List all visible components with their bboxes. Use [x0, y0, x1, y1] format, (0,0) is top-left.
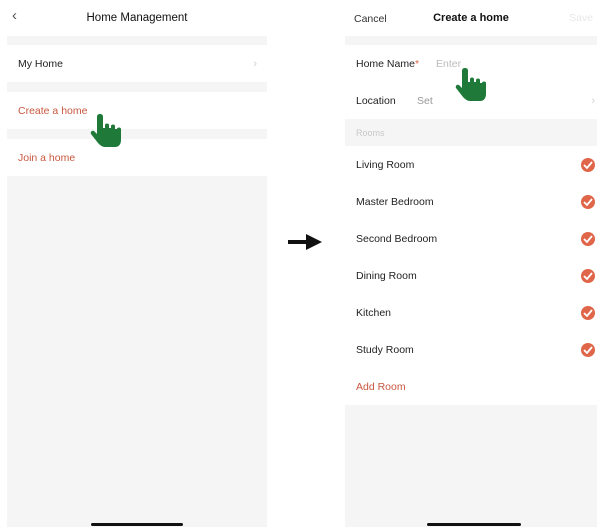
check-circle-icon[interactable]	[581, 194, 595, 209]
check-circle-icon[interactable]	[581, 231, 595, 246]
location-value: Set	[417, 94, 433, 107]
my-home-row[interactable]: My Home ›	[7, 45, 267, 82]
room-row[interactable]: Dining Room	[345, 257, 597, 294]
add-room-row[interactable]: Add Room	[345, 368, 597, 405]
join-home-row[interactable]: Join a home	[7, 139, 267, 176]
rooms-section-header: Rooms	[356, 128, 385, 138]
my-home-label: My Home	[18, 57, 63, 70]
chevron-right-icon: ›	[591, 94, 595, 107]
room-row[interactable]: Master Bedroom	[345, 183, 597, 220]
room-row[interactable]: Study Room	[345, 331, 597, 368]
required-mark: *	[414, 57, 420, 70]
nav-bar: Cancel Create a home Save	[345, 0, 597, 36]
pointing-hand-icon	[89, 112, 123, 153]
check-circle-icon[interactable]	[581, 268, 595, 283]
location-label: Location	[356, 94, 396, 107]
chevron-right-icon: ›	[253, 57, 257, 70]
nav-bar: ‹ Home Management	[7, 0, 267, 36]
home-name-text: Home Name	[356, 57, 415, 70]
add-room-button[interactable]: Add Room	[356, 381, 406, 393]
pointing-hand-icon	[454, 66, 488, 107]
room-row[interactable]: Living Room	[345, 146, 597, 183]
page-title: Home Management	[86, 12, 188, 24]
home-indicator	[91, 523, 183, 526]
room-label: Second Bedroom	[356, 232, 438, 245]
page-title: Create a home	[433, 12, 509, 24]
check-circle-icon[interactable]	[581, 342, 595, 357]
room-row[interactable]: Second Bedroom	[345, 220, 597, 257]
home-name-label: Home Name*	[356, 58, 419, 70]
room-label: Kitchen	[356, 306, 392, 319]
check-circle-icon[interactable]	[581, 305, 595, 320]
room-label: Study Room	[356, 343, 414, 356]
join-home-label: Join a home	[18, 151, 76, 164]
room-row[interactable]: Kitchen	[345, 294, 597, 331]
room-label: Dining Room	[356, 269, 417, 282]
room-label: Master Bedroom	[356, 195, 434, 208]
create-home-label: Create a home	[18, 104, 88, 117]
save-button[interactable]: Save	[569, 12, 593, 24]
room-label: Living Room	[356, 158, 415, 171]
create-home-row[interactable]: Create a home	[7, 92, 267, 129]
check-circle-icon[interactable]	[581, 157, 595, 172]
home-indicator	[427, 523, 521, 526]
home-management-screen: ‹ Home Management My Home › Create a hom…	[7, 0, 267, 527]
arrow-right-icon	[288, 234, 322, 250]
create-home-screen: Cancel Create a home Save Home Name* Ent…	[345, 0, 597, 527]
